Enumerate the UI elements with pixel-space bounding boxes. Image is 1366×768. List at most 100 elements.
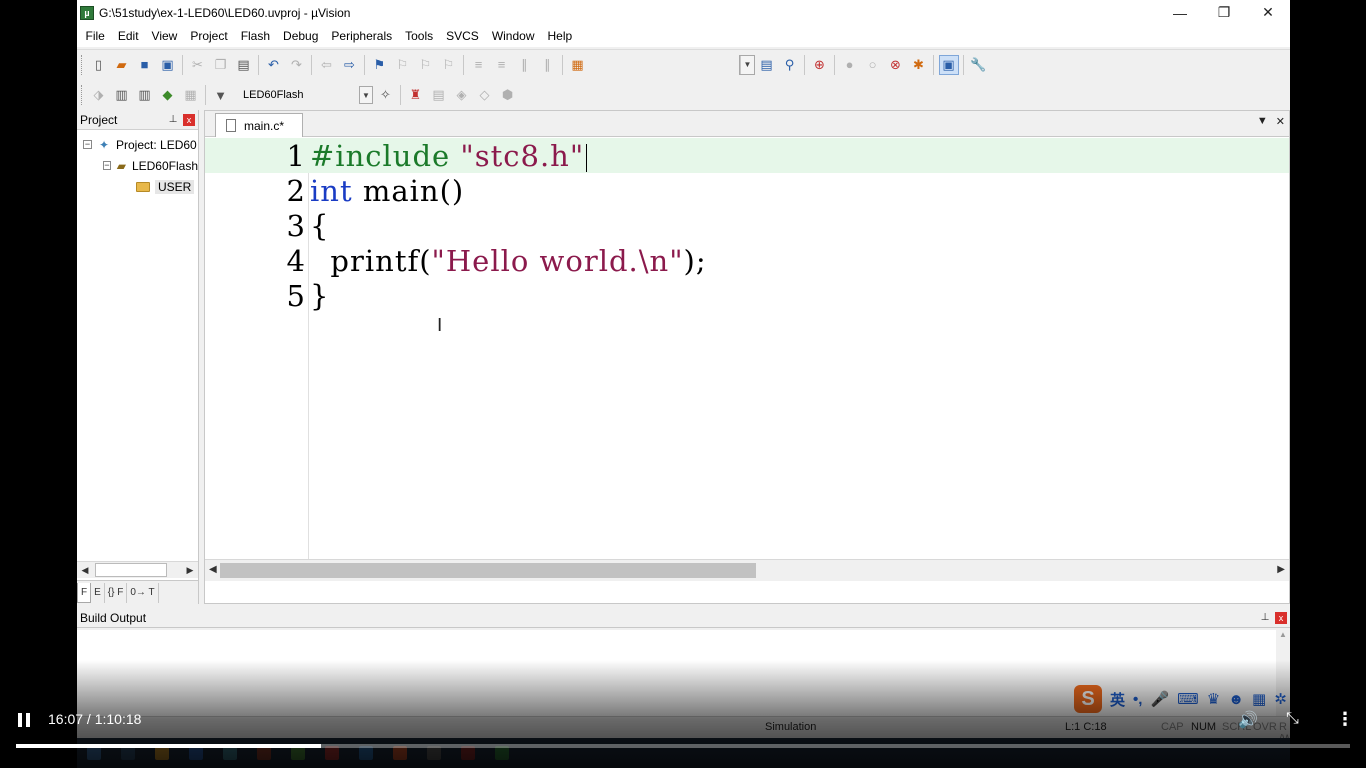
- app-icon[interactable]: [393, 746, 407, 760]
- configure-icon[interactable]: 🔧: [969, 55, 989, 75]
- punctuation-icon[interactable]: •,: [1133, 691, 1142, 708]
- app-icon[interactable]: [461, 746, 475, 760]
- menu-peripherals[interactable]: Peripherals: [325, 25, 399, 47]
- batch-build-icon[interactable]: ◆: [158, 85, 178, 105]
- emoji-icon[interactable]: ☻: [1228, 691, 1244, 708]
- tab-project[interactable]: F: [77, 582, 92, 603]
- undo-icon[interactable]: ↶: [264, 55, 284, 75]
- menu-tools[interactable]: Tools: [399, 25, 440, 47]
- stop-build-icon[interactable]: ▦: [181, 85, 201, 105]
- code-line[interactable]: 5}: [205, 278, 1289, 313]
- build-icon[interactable]: ▥: [112, 85, 132, 105]
- find-icon[interactable]: ▤: [757, 55, 777, 75]
- code-line[interactable]: 1 #include "stc8.h": [205, 138, 1289, 173]
- toolbar-grip[interactable]: [81, 54, 84, 75]
- scroll-left-icon[interactable]: ◀: [209, 564, 217, 575]
- comment-icon[interactable]: ∥: [515, 55, 535, 75]
- menu-project[interactable]: Project: [184, 25, 234, 47]
- browser-icon[interactable]: [291, 746, 305, 760]
- find-combo[interactable]: ▼: [739, 54, 755, 75]
- editor-hscrollbar[interactable]: ◀ ▶: [205, 559, 1289, 581]
- bookmark-icon[interactable]: ⚑: [370, 55, 390, 75]
- save-all-icon[interactable]: ▣: [158, 55, 178, 75]
- tab-list-icon[interactable]: ▼: [1257, 115, 1268, 128]
- tab-main-c[interactable]: main.c*: [215, 113, 303, 137]
- app-icon[interactable]: [427, 746, 441, 760]
- cut-icon[interactable]: ✂: [188, 55, 208, 75]
- debug-session-icon[interactable]: ⊕: [810, 55, 830, 75]
- minimize-button[interactable]: —: [1158, 0, 1202, 25]
- code-line[interactable]: 2 int main(): [205, 173, 1289, 208]
- pin-icon[interactable]: ⊥: [166, 113, 180, 127]
- tree-item-group[interactable]: USER: [77, 176, 198, 197]
- pin-icon[interactable]: ⊥: [1258, 611, 1272, 625]
- pack-installer-icon[interactable]: ◇: [475, 85, 495, 105]
- menu-flash[interactable]: Flash: [234, 25, 276, 47]
- menu-edit[interactable]: Edit: [111, 25, 145, 47]
- select-packs-icon[interactable]: ▤: [429, 85, 449, 105]
- app-icon[interactable]: [223, 746, 237, 760]
- app-icon[interactable]: [325, 746, 339, 760]
- toolbar-grip[interactable]: [81, 85, 84, 105]
- scroll-right-icon[interactable]: ▶: [1277, 564, 1285, 575]
- tab-functions[interactable]: {} F: [105, 582, 128, 603]
- code-editor[interactable]: I 1 #include "stc8.h" 2 int main() 3{4 print…: [205, 138, 1289, 581]
- collapse-icon[interactable]: −: [103, 161, 111, 170]
- app-icon[interactable]: [189, 746, 203, 760]
- navigate-back-icon[interactable]: ⇦: [317, 55, 337, 75]
- app-icon[interactable]: [359, 746, 373, 760]
- event-recorder-icon[interactable]: ⬢: [498, 85, 518, 105]
- unindent-icon[interactable]: ≡: [492, 55, 512, 75]
- copy-icon[interactable]: ❐: [211, 55, 231, 75]
- download-icon[interactable]: ▼: [211, 85, 231, 105]
- redo-icon[interactable]: ↷: [287, 55, 307, 75]
- rebuild-icon[interactable]: ▥: [135, 85, 155, 105]
- explorer-icon[interactable]: [155, 746, 169, 760]
- manage-rte-icon[interactable]: ◈: [452, 85, 472, 105]
- incremental-find-icon[interactable]: ⚲: [780, 55, 800, 75]
- code-line[interactable]: 4 printf("Hello world.\n");: [205, 243, 1289, 278]
- translate-icon[interactable]: ⬗: [89, 85, 109, 105]
- find-in-files-icon[interactable]: ▦: [568, 55, 588, 75]
- next-bookmark-icon[interactable]: ⚐: [416, 55, 436, 75]
- prev-bookmark-icon[interactable]: ⚐: [393, 55, 413, 75]
- window-layout-icon[interactable]: ▣: [938, 54, 959, 75]
- tree-item-target[interactable]: − ▰ LED60Flash: [77, 155, 198, 176]
- new-file-icon[interactable]: ▯: [89, 55, 109, 75]
- app-icon[interactable]: [257, 746, 271, 760]
- menu-help[interactable]: Help: [541, 25, 579, 47]
- target-options-icon[interactable]: ✧: [376, 85, 396, 105]
- code-line[interactable]: 3{: [205, 208, 1289, 243]
- close-icon[interactable]: x: [183, 113, 195, 126]
- scroll-thumb[interactable]: [220, 563, 756, 578]
- tab-templates[interactable]: 0→ T: [127, 582, 159, 603]
- clear-bookmarks-icon[interactable]: ⚐: [439, 55, 459, 75]
- open-file-icon[interactable]: ▰: [112, 55, 132, 75]
- indent-icon[interactable]: ≡: [469, 55, 489, 75]
- menu-file[interactable]: File: [79, 25, 111, 47]
- start-icon[interactable]: [87, 746, 101, 760]
- paste-icon[interactable]: ▤: [234, 55, 254, 75]
- uncomment-icon[interactable]: ∥: [538, 55, 558, 75]
- more-options-icon[interactable]: ⋮: [1336, 709, 1354, 730]
- task-view-icon[interactable]: [121, 746, 135, 760]
- menu-svcs[interactable]: SVCS: [440, 25, 486, 47]
- volume-icon[interactable]: 🔊: [1238, 710, 1258, 730]
- tab-books[interactable]: E: [91, 582, 105, 603]
- collapse-icon[interactable]: −: [83, 140, 92, 149]
- close-button[interactable]: ✕: [1246, 0, 1290, 25]
- menu-debug[interactable]: Debug: [277, 25, 325, 47]
- close-tab-icon[interactable]: ✕: [1276, 115, 1285, 128]
- menu-window[interactable]: Window: [485, 25, 541, 47]
- video-progress-bar[interactable]: [16, 744, 1350, 748]
- menu-view[interactable]: View: [145, 25, 184, 47]
- manage-components-icon[interactable]: ♜: [406, 85, 426, 105]
- scroll-thumb[interactable]: [95, 563, 167, 577]
- project-hscrollbar[interactable]: ◀ ▶: [77, 561, 198, 578]
- insert-breakpoint-icon[interactable]: ●: [840, 55, 860, 75]
- close-icon[interactable]: x: [1275, 611, 1287, 624]
- disable-breakpoints-icon[interactable]: ⊗: [886, 55, 906, 75]
- kill-breakpoints-icon[interactable]: ✱: [909, 55, 929, 75]
- scroll-left-icon[interactable]: ◀: [77, 562, 93, 578]
- target-select[interactable]: LED60Flash ▼: [236, 85, 374, 105]
